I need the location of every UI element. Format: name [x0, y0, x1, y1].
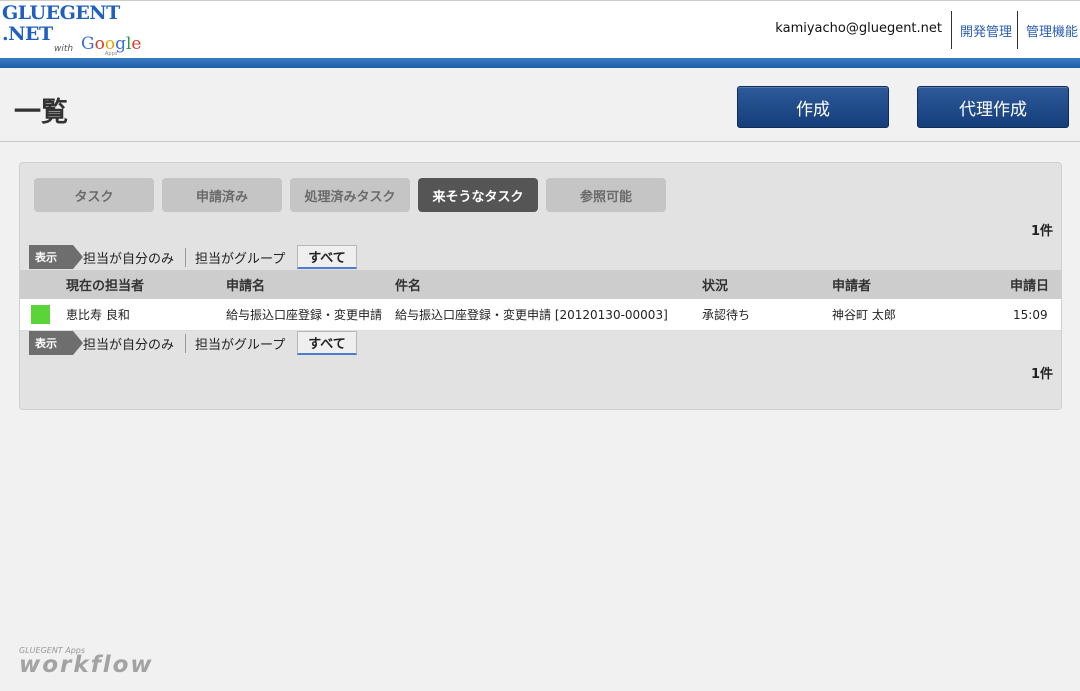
tab-viewable[interactable]: 参照可能 — [546, 178, 666, 212]
cell-subject[interactable]: 給与振込口座登録・変更申請 [20120130-00003] — [395, 299, 668, 330]
create-button[interactable]: 作成 — [737, 86, 889, 128]
result-count: 1件 — [1030, 224, 1053, 239]
filter-label: 表示 — [29, 245, 83, 269]
admin-functions-link[interactable]: 管理機能 — [1026, 21, 1078, 40]
table-row[interactable]: 恵比寿 良和 給与振込口座登録・変更申請 給与振込口座登録・変更申請 [2012… — [20, 299, 1061, 331]
gluegent-logo[interactable]: GLUEGENT .NET with Google Apps — [2, 3, 142, 57]
cell-date: 15:09 — [1013, 307, 1048, 322]
user-email: kamiyacho@gluegent.net — [775, 21, 942, 36]
tab-upcoming-tasks[interactable]: 来そうなタスク — [418, 178, 538, 212]
column-applicant[interactable]: 申請者 — [832, 270, 871, 299]
filter-all[interactable]: すべて — [297, 245, 357, 269]
task-list-panel: タスク 申請済み 処理済みタスク 来そうなタスク 参照可能 1件 表示 担当が自… — [19, 162, 1062, 410]
column-subject[interactable]: 件名 — [395, 270, 421, 299]
filter-all[interactable]: すべて — [297, 331, 357, 355]
filter-mine-only[interactable]: 担当が自分のみ — [83, 331, 174, 355]
title-divider — [0, 141, 1080, 142]
page-title: 一覧 — [14, 97, 68, 128]
cell-status: 承認待ち — [702, 308, 751, 322]
logo-with: with — [54, 44, 74, 54]
filter-bar: 表示 担当が自分のみ 担当がグループ すべて — [29, 245, 429, 269]
filter-mine-only[interactable]: 担当が自分のみ — [83, 245, 174, 269]
workflow-logo: GLUEGENT Apps workflow — [19, 646, 159, 682]
tab-submitted[interactable]: 申請済み — [162, 178, 282, 212]
result-count: 1件 — [1030, 367, 1053, 382]
cell-request-name: 給与振込口座登録・変更申請 — [226, 308, 383, 322]
filter-divider — [185, 334, 186, 353]
filter-divider — [185, 248, 186, 267]
header-accent-bar — [0, 58, 1080, 68]
filter-group[interactable]: 担当がグループ — [195, 245, 285, 269]
status-indicator — [31, 305, 50, 324]
cell-assignee: 恵比寿 良和 — [66, 308, 130, 322]
filter-label: 表示 — [29, 331, 83, 355]
cell-applicant: 神谷町 太郎 — [832, 308, 896, 322]
tab-processed-tasks[interactable]: 処理済みタスク — [290, 178, 410, 212]
column-assignee[interactable]: 現在の担当者 — [66, 270, 144, 299]
logo-apps: Apps — [105, 51, 118, 57]
column-date[interactable]: 申請日 — [1010, 270, 1049, 299]
column-request-name[interactable]: 申請名 — [226, 270, 265, 299]
dev-admin-link[interactable]: 開発管理 — [960, 21, 1012, 40]
proxy-create-button[interactable]: 代理作成 — [917, 86, 1069, 128]
logo-line1: GLUEGENT — [2, 2, 120, 24]
app-header: GLUEGENT .NET with Google Apps kamiyacho… — [0, 0, 1080, 59]
header-divider — [951, 11, 952, 49]
filter-group[interactable]: 担当がグループ — [195, 331, 285, 355]
table-header: 現在の担当者 申請名 件名 状況 申請者 申請日 — [20, 270, 1061, 299]
header-divider — [1017, 11, 1018, 49]
column-status[interactable]: 状況 — [702, 270, 728, 299]
tab-tasks[interactable]: タスク — [34, 178, 154, 212]
filter-bar: 表示 担当が自分のみ 担当がグループ すべて — [29, 331, 429, 355]
logo-line2: .NET — [2, 23, 53, 45]
footer-brand-big: workflow — [19, 652, 154, 678]
